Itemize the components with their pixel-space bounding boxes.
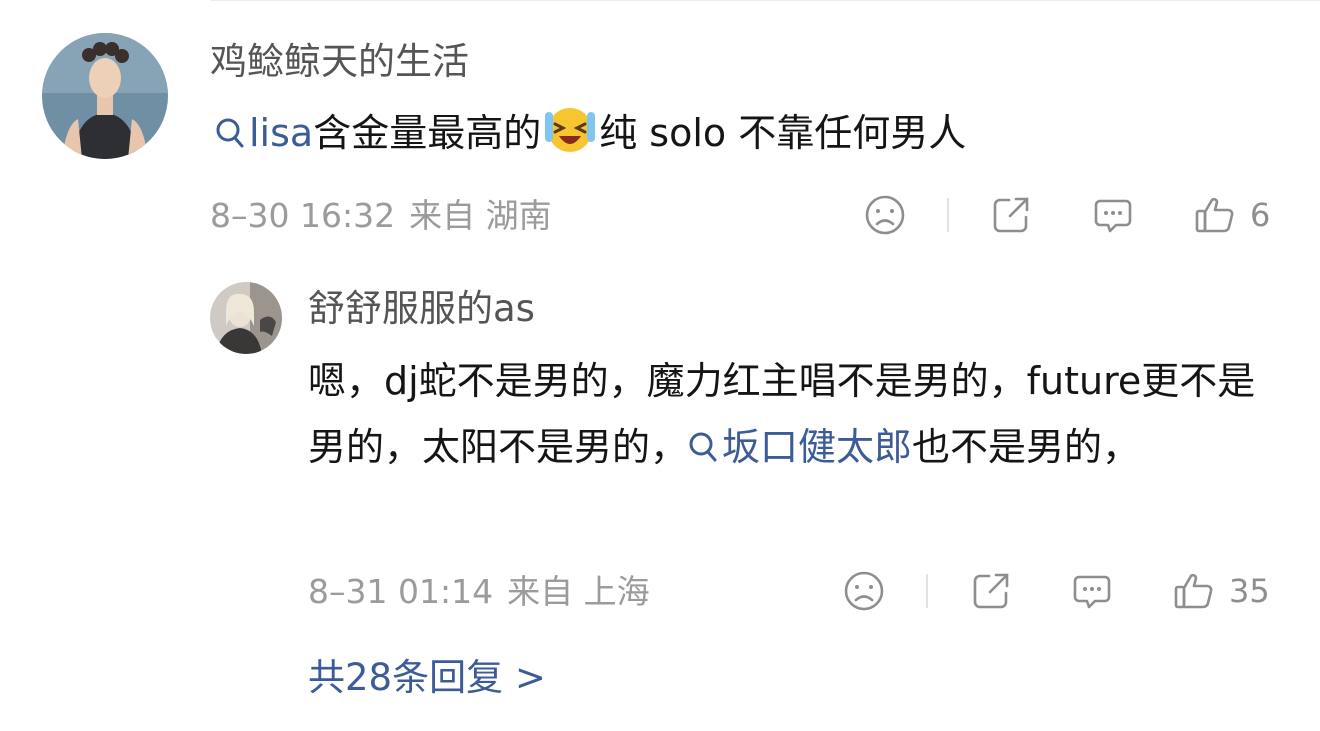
like-button[interactable]: 35: [1173, 570, 1270, 612]
like-count: 35: [1229, 572, 1270, 610]
comment-icon: [1094, 199, 1132, 233]
like-button[interactable]: 6: [1194, 194, 1270, 236]
share-icon: [973, 573, 1009, 609]
thumbs-up-icon: [1174, 573, 1213, 609]
comment-username[interactable]: 鸡鲶鲸天的生活: [210, 40, 469, 84]
dislike-button[interactable]: [864, 194, 906, 236]
topic-tag-banguchi[interactable]: 坂口健太郎: [688, 425, 912, 469]
text-segment: 含金量最高的: [313, 111, 542, 155]
sad-face-icon: [844, 571, 884, 611]
tag-label: lisa: [249, 111, 314, 155]
text-segment: 纯 solo 不靠任何男人: [599, 111, 967, 155]
reply-username[interactable]: 舒舒服服的as: [308, 287, 535, 331]
topic-tag-lisa[interactable]: lisa: [215, 111, 313, 155]
share-button[interactable]: [990, 194, 1032, 236]
laughing-crying-emoji: [545, 108, 596, 152]
location: 来自 上海: [507, 572, 650, 611]
divider: [926, 574, 928, 608]
search-icon: [216, 118, 244, 148]
view-more-replies-link[interactable]: 共28条回复 >: [308, 656, 546, 700]
comment-button[interactable]: [1071, 570, 1113, 612]
like-count: 6: [1250, 196, 1271, 234]
search-icon: [689, 432, 717, 462]
timestamp: 8–31 01:14: [308, 572, 494, 611]
divider: [210, 0, 1320, 1]
location: 来自 湖南: [409, 196, 552, 235]
reply-meta: 8–31 01:14 来自 上海: [308, 572, 650, 612]
dislike-button[interactable]: [843, 570, 885, 612]
sad-face-icon: [865, 195, 905, 235]
comment-meta: 8–30 16:32 来自 湖南: [210, 196, 552, 236]
thumbs-up-icon: [1195, 197, 1234, 233]
text-segment: 也不是男的，: [912, 425, 1141, 469]
reply-text: 嗯，dj蛇不是男的，魔力红主唱不是男的，future更不是男的，太阳不是男的，坂…: [308, 348, 1288, 480]
avatar[interactable]: [210, 282, 282, 354]
comment-button[interactable]: [1092, 194, 1134, 236]
tag-label: 坂口健太郎: [722, 425, 913, 469]
share-icon: [993, 197, 1029, 233]
share-button[interactable]: [970, 570, 1012, 612]
comment-text: lisa含金量最高的 纯 solo 不靠任何男人: [215, 100, 966, 166]
divider: [947, 198, 949, 232]
avatar[interactable]: [42, 33, 168, 159]
comment-icon: [1073, 575, 1111, 609]
timestamp: 8–30 16:32: [210, 196, 396, 235]
